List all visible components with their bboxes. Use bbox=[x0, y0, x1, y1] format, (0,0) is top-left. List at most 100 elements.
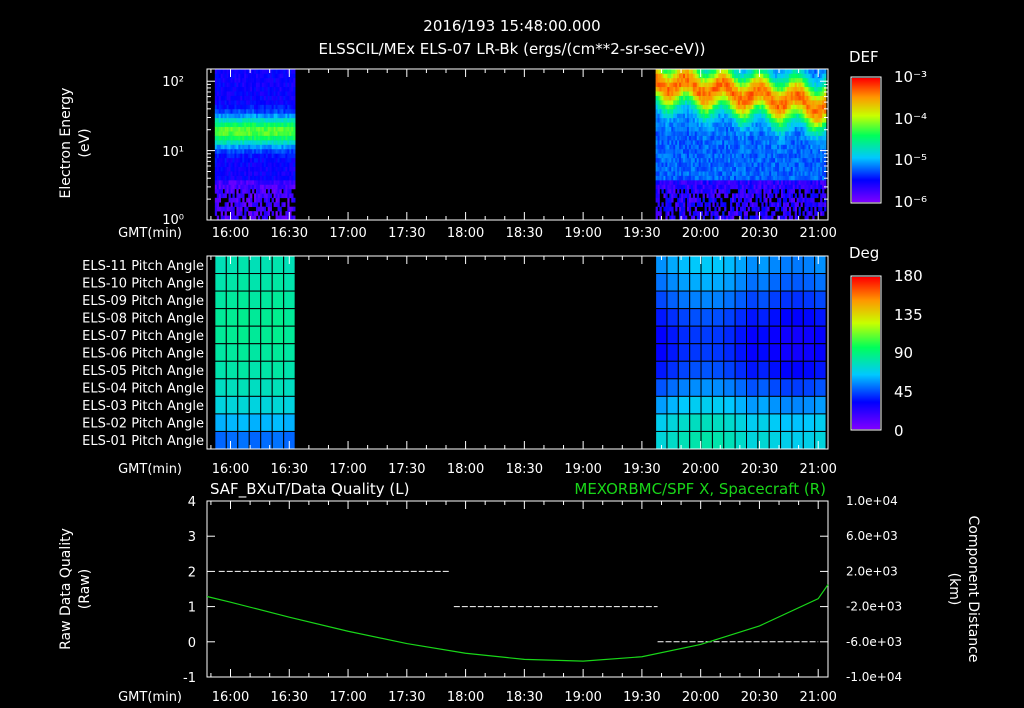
spectrogram-cell bbox=[224, 180, 227, 185]
spectrogram-cell bbox=[671, 193, 674, 199]
pitch-cell bbox=[248, 360, 262, 380]
spectrogram-cell bbox=[267, 166, 270, 172]
spectrogram-cell bbox=[773, 135, 776, 141]
spectrogram-cell bbox=[808, 108, 811, 114]
spectrogram-cell bbox=[704, 131, 707, 136]
spectrogram-cell bbox=[265, 113, 269, 119]
spectrogram-cell bbox=[777, 171, 780, 176]
spectrogram-cell bbox=[714, 162, 717, 167]
spectrogram-cell bbox=[722, 211, 725, 216]
spectrogram-cell bbox=[806, 86, 809, 92]
spectrogram-cell bbox=[673, 117, 676, 123]
spectrogram-cell bbox=[702, 91, 705, 96]
spectrogram-cell bbox=[790, 175, 794, 181]
spectrogram-cell bbox=[710, 131, 713, 136]
spectrogram-cell bbox=[714, 104, 717, 110]
spectrogram-cell bbox=[216, 206, 220, 212]
spectrogram-cell bbox=[675, 184, 678, 190]
spectrogram-cell bbox=[287, 86, 290, 92]
spectrogram-cell bbox=[688, 82, 692, 88]
spectrogram-cell bbox=[283, 113, 286, 119]
spectrogram-cell bbox=[696, 91, 700, 96]
spectrogram-cell bbox=[275, 95, 278, 101]
spectrogram-cell bbox=[722, 188, 725, 194]
spectrogram-cell bbox=[800, 180, 803, 185]
spectrogram-cell bbox=[749, 117, 752, 123]
spectrogram-cell bbox=[696, 135, 700, 141]
spectrogram-cell bbox=[289, 188, 292, 194]
spectrogram-cell bbox=[779, 95, 782, 101]
spectrogram-cell bbox=[665, 166, 668, 172]
spectrogram-cell bbox=[236, 188, 239, 194]
spectrogram-cell bbox=[293, 131, 296, 136]
spectrogram-cell bbox=[816, 166, 819, 172]
spectrogram-cell bbox=[252, 126, 255, 132]
spectrogram-cell bbox=[777, 157, 780, 163]
spectrogram-cell bbox=[788, 211, 792, 216]
spectrogram-cell bbox=[277, 188, 280, 194]
spectrogram-cell bbox=[780, 135, 784, 141]
spectrogram-cell bbox=[798, 153, 801, 159]
spectrogram-cell bbox=[737, 175, 741, 181]
spectrogram-cell bbox=[255, 148, 259, 154]
spectrogram-cell bbox=[232, 180, 235, 185]
spectrogram-cell bbox=[812, 193, 815, 199]
spectrogram-cell bbox=[749, 162, 752, 167]
spectrogram-cell bbox=[712, 166, 715, 172]
spectrogram-cell bbox=[230, 188, 233, 194]
pitch-cell bbox=[225, 308, 239, 327]
spectrogram-cell bbox=[786, 95, 790, 101]
spectrogram-cell bbox=[735, 108, 739, 114]
spectrogram-cell bbox=[665, 104, 668, 110]
spectrogram-cell bbox=[702, 153, 705, 159]
spectrogram-cell bbox=[790, 100, 794, 105]
spectrogram-cell bbox=[224, 148, 227, 154]
spectrogram-cell bbox=[718, 157, 721, 163]
spectrogram-cell bbox=[753, 113, 756, 119]
spectrogram-cell bbox=[261, 184, 265, 190]
spectrogram-cell bbox=[749, 193, 752, 199]
spectrogram-cell bbox=[220, 86, 223, 92]
spectrogram-cell bbox=[236, 197, 239, 203]
spectrogram-cell bbox=[655, 95, 658, 101]
spectrogram-cell bbox=[688, 117, 692, 123]
spectrogram-cell bbox=[718, 144, 721, 150]
spectrogram-cell bbox=[720, 157, 723, 163]
spectrogram-cell bbox=[214, 206, 218, 212]
spectrogram-cell bbox=[788, 188, 792, 194]
spectrogram-cell bbox=[780, 175, 784, 181]
spectrogram-cell bbox=[763, 148, 766, 154]
spectrogram-cell bbox=[808, 77, 811, 83]
pitch-cell bbox=[666, 430, 679, 450]
spectrogram-cell bbox=[704, 140, 707, 145]
spectrogram-cell bbox=[812, 131, 815, 136]
spectrogram-cell bbox=[686, 95, 690, 101]
spectrogram-cell bbox=[737, 100, 741, 105]
spectrogram-cell bbox=[673, 100, 676, 105]
spectrogram-cell bbox=[763, 113, 766, 119]
spectrogram-cell bbox=[291, 73, 294, 79]
spectrogram-cell bbox=[279, 153, 282, 159]
spectrogram-cell bbox=[694, 73, 698, 79]
spectrogram-cell bbox=[810, 135, 813, 141]
spectrogram-cell bbox=[293, 197, 296, 203]
spectrogram-cell bbox=[820, 148, 823, 154]
spectrogram-cell bbox=[739, 122, 743, 128]
spectrogram-cell bbox=[240, 206, 243, 212]
spectrogram-cell bbox=[677, 188, 680, 194]
spectrogram-cell bbox=[698, 202, 701, 207]
pitch-cell bbox=[700, 395, 713, 415]
spectrogram-cell bbox=[820, 140, 823, 145]
spectrogram-cell bbox=[259, 148, 263, 154]
spectrogram-cell bbox=[822, 180, 825, 185]
spectrogram-cell bbox=[289, 95, 292, 101]
spectrogram-cell bbox=[263, 73, 267, 79]
spectrogram-cell bbox=[788, 77, 792, 83]
spectrogram-cell bbox=[230, 202, 233, 207]
spectrogram-cell bbox=[220, 166, 223, 172]
time-tick-label: 16:00 bbox=[212, 690, 249, 705]
pitch-cell bbox=[780, 413, 793, 432]
spectrogram-cell bbox=[765, 166, 768, 172]
pitch-cell bbox=[214, 360, 227, 380]
spectrogram-cell bbox=[761, 148, 764, 154]
